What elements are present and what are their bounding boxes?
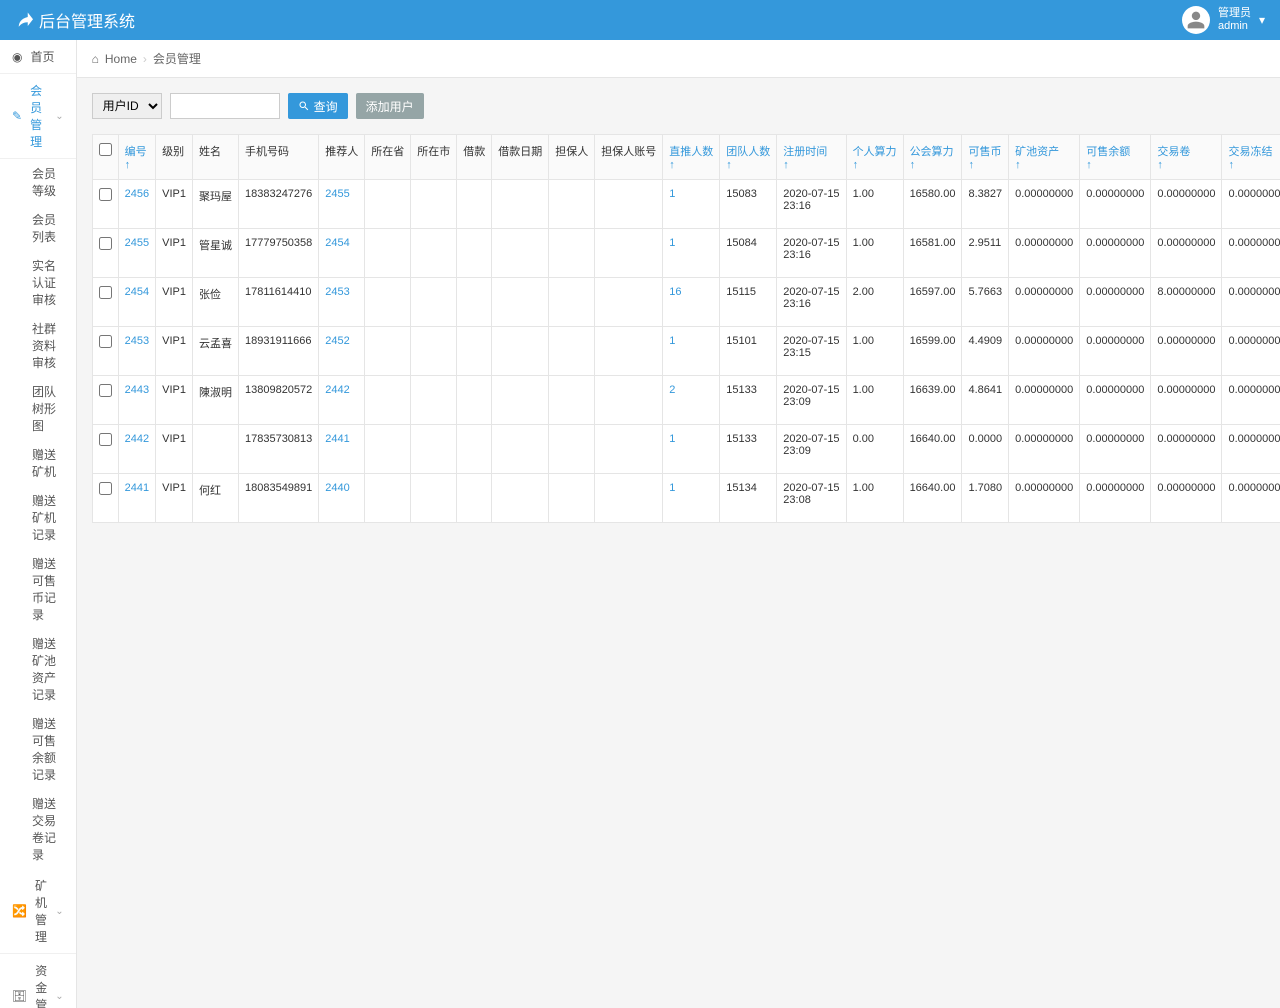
avatar-icon bbox=[1182, 6, 1210, 34]
row-checkbox[interactable] bbox=[99, 433, 112, 446]
row-checkbox[interactable] bbox=[99, 482, 112, 495]
direct-link[interactable]: 1 bbox=[663, 474, 720, 523]
direct-link[interactable]: 1 bbox=[663, 229, 720, 278]
id-link[interactable]: 2454 bbox=[118, 278, 155, 327]
sort-column[interactable]: 团队人数↑ bbox=[726, 146, 770, 171]
sidebar-sub-item[interactable]: 赠送可售余额记录 bbox=[20, 709, 76, 789]
table-row: 2456VIP1聚玛屋1838324727624551150832020-07-… bbox=[92, 180, 1280, 229]
sidebar-sub-item[interactable]: 赠送矿机记录 bbox=[20, 486, 76, 549]
sidebar-sub-item[interactable]: 团队树形图 bbox=[20, 377, 76, 440]
sidebar-sub-item[interactable]: 会员列表 bbox=[20, 205, 76, 251]
breadcrumb-current: 会员管理 bbox=[153, 50, 201, 67]
ref-link[interactable]: 2452 bbox=[319, 327, 365, 376]
sidebar-sub-item[interactable]: 会员等级 bbox=[20, 159, 76, 205]
table-row: 2454VIP1张俭17811614410245316151152020-07-… bbox=[92, 278, 1280, 327]
row-checkbox[interactable] bbox=[99, 335, 112, 348]
direct-link[interactable]: 2 bbox=[663, 376, 720, 425]
sort-column[interactable]: 交易冻结↑ bbox=[1228, 146, 1272, 171]
table-row: 2442VIP11783573081324411151332020-07-152… bbox=[92, 425, 1280, 474]
sort-column[interactable]: 可售余额↑ bbox=[1086, 146, 1130, 171]
sort-column[interactable]: 直推人数↑ bbox=[669, 146, 713, 171]
table-row: 2441VIP1何红1808354989124401151342020-07-1… bbox=[92, 474, 1280, 523]
chevron-down-icon: ⌄ bbox=[55, 906, 63, 917]
sidebar-sub-item[interactable]: 赠送矿池资产记录 bbox=[20, 629, 76, 709]
row-checkbox[interactable] bbox=[99, 286, 112, 299]
sort-column[interactable]: 交易卷↑ bbox=[1157, 146, 1190, 171]
sidebar-member-mgmt[interactable]: ✎ 会员管理 ⌄ bbox=[0, 74, 76, 159]
member-table: 编号↑级别姓名手机号码推荐人所在省所在市借款借款日期担保人担保人账号直推人数↑团… bbox=[92, 134, 1280, 523]
edit-icon: ✎ bbox=[12, 109, 22, 123]
filter-select[interactable]: 用户ID bbox=[92, 93, 162, 119]
user-menu[interactable]: 管理员 admin ▾ bbox=[1182, 6, 1265, 34]
user-role: 管理员 bbox=[1218, 7, 1251, 20]
ref-link[interactable]: 2454 bbox=[319, 229, 365, 278]
breadcrumb-home[interactable]: Home bbox=[105, 52, 137, 66]
sidebar-sub-item[interactable]: 赠送矿机 bbox=[20, 440, 76, 486]
sidebar-home[interactable]: ◉ 首页 bbox=[0, 40, 76, 74]
app-header: 后台管理系统 管理员 admin ▾ bbox=[0, 0, 1280, 40]
breadcrumb: ⌂ Home › 会员管理 bbox=[77, 40, 1280, 78]
ref-link[interactable]: 2455 bbox=[319, 180, 365, 229]
sort-column[interactable]: 可售币↑ bbox=[968, 146, 1001, 171]
sidebar-item[interactable]: 🗄资金管理⌄ bbox=[0, 954, 76, 1008]
add-user-button[interactable]: 添加用户 bbox=[356, 93, 424, 119]
chevron-down-icon: ▾ bbox=[1259, 13, 1265, 27]
sidebar-item[interactable]: 🔀矿机管理⌄ bbox=[0, 869, 76, 954]
home-icon: ⌂ bbox=[92, 52, 99, 66]
select-all-checkbox[interactable] bbox=[99, 143, 112, 156]
ref-link[interactable]: 2453 bbox=[319, 278, 365, 327]
sidebar-sub-item[interactable]: 赠送交易卷记录 bbox=[20, 789, 76, 869]
app-title: 后台管理系统 bbox=[15, 8, 135, 32]
direct-link[interactable]: 1 bbox=[663, 327, 720, 376]
row-checkbox[interactable] bbox=[99, 384, 112, 397]
sort-column[interactable]: 公会算力↑ bbox=[910, 146, 954, 171]
row-checkbox[interactable] bbox=[99, 188, 112, 201]
sidebar: ◉ 首页 ✎ 会员管理 ⌄ 会员等级会员列表实名认证审核社群资料审核团队树形图赠… bbox=[0, 40, 77, 1008]
row-checkbox[interactable] bbox=[99, 237, 112, 250]
search-button[interactable]: 查询 bbox=[288, 93, 348, 119]
ref-link[interactable]: 2442 bbox=[319, 376, 365, 425]
table-row: 2455VIP1管星诚1777975035824541150842020-07-… bbox=[92, 229, 1280, 278]
chevron-down-icon: ⌄ bbox=[55, 991, 63, 1002]
search-icon bbox=[298, 100, 310, 112]
sort-column[interactable]: 编号↑ bbox=[125, 146, 147, 171]
direct-link[interactable]: 16 bbox=[663, 278, 720, 327]
table-row: 2443VIP1陳淑明1380982057224422151332020-07-… bbox=[92, 376, 1280, 425]
id-link[interactable]: 2443 bbox=[118, 376, 155, 425]
chevron-down-icon: ⌄ bbox=[55, 111, 63, 122]
toolbar: 用户ID 查询 添加用户 批量删除 bbox=[77, 78, 1280, 134]
nav-icon: 🔀 bbox=[12, 904, 27, 918]
direct-link[interactable]: 1 bbox=[663, 425, 720, 474]
id-link[interactable]: 2453 bbox=[118, 327, 155, 376]
id-link[interactable]: 2456 bbox=[118, 180, 155, 229]
table-row: 2453VIP1云孟喜1893191166624521151012020-07-… bbox=[92, 327, 1280, 376]
sidebar-sub-item[interactable]: 社群资料审核 bbox=[20, 314, 76, 377]
leaf-icon bbox=[15, 11, 33, 29]
sidebar-submenu: 会员等级会员列表实名认证审核社群资料审核团队树形图赠送矿机赠送矿机记录赠送可售币… bbox=[0, 159, 76, 869]
id-link[interactable]: 2441 bbox=[118, 474, 155, 523]
search-input[interactable] bbox=[170, 93, 280, 119]
sort-column[interactable]: 个人算力↑ bbox=[853, 146, 897, 171]
user-name: admin bbox=[1218, 20, 1251, 33]
ref-link[interactable]: 2440 bbox=[319, 474, 365, 523]
direct-link[interactable]: 1 bbox=[663, 180, 720, 229]
dashboard-icon: ◉ bbox=[12, 50, 22, 64]
sidebar-sub-item[interactable]: 实名认证审核 bbox=[20, 251, 76, 314]
sort-column[interactable]: 注册时间↑ bbox=[783, 146, 827, 171]
sort-column[interactable]: 矿池资产↑ bbox=[1015, 146, 1059, 171]
ref-link[interactable]: 2441 bbox=[319, 425, 365, 474]
id-link[interactable]: 2455 bbox=[118, 229, 155, 278]
nav-icon: 🗄 bbox=[12, 989, 27, 1003]
sidebar-sub-item[interactable]: 赠送可售币记录 bbox=[20, 549, 76, 629]
id-link[interactable]: 2442 bbox=[118, 425, 155, 474]
